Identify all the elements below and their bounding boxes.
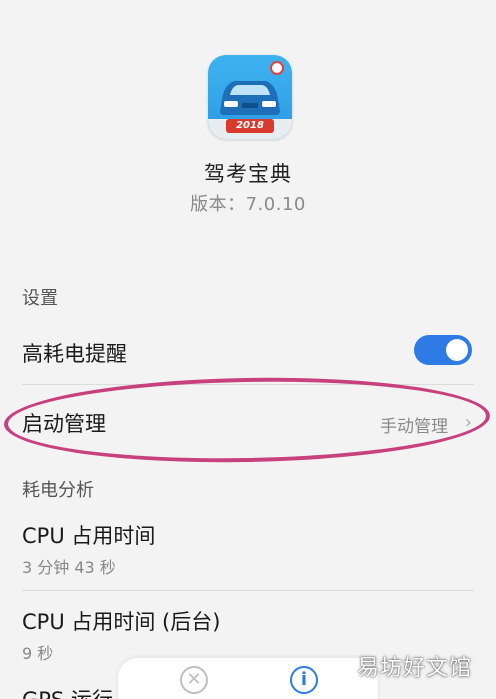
- toggle-knob: [446, 339, 468, 361]
- bottom-action-bar: ✕ i: [118, 658, 378, 699]
- high-power-alert-toggle[interactable]: [414, 335, 472, 365]
- app-version: 版本：7.0.10: [190, 194, 306, 215]
- cpu-time-label: CPU 占用时间: [22, 524, 156, 548]
- settings-section-label: 设置: [22, 288, 58, 309]
- cpu-background-time-label: CPU 占用时间 (后台): [22, 610, 221, 634]
- year-ribbon: 2018: [226, 119, 274, 133]
- watermark: 易坊好文馆: [356, 656, 472, 681]
- high-power-alert-label: 高耗电提醒: [22, 342, 127, 366]
- app-header: 2018 驾考宝典 版本：7.0.10: [0, 0, 496, 268]
- clock-badge-icon: [270, 61, 284, 75]
- close-icon[interactable]: ✕: [180, 666, 208, 694]
- power-analysis-section-label: 耗电分析: [22, 480, 94, 501]
- gps-row-label[interactable]: GPS 运行: [22, 684, 113, 699]
- app-name: 驾考宝典: [204, 162, 292, 186]
- divider: [22, 590, 474, 591]
- cpu-time-value: 3 分钟 43 秒: [22, 558, 116, 577]
- info-icon[interactable]: i: [290, 666, 318, 694]
- cpu-time-row[interactable]: CPU 占用时间 3 分钟 43 秒: [0, 508, 496, 588]
- app-icon: 2018: [208, 55, 292, 139]
- cpu-background-time-value: 9 秒: [22, 644, 54, 663]
